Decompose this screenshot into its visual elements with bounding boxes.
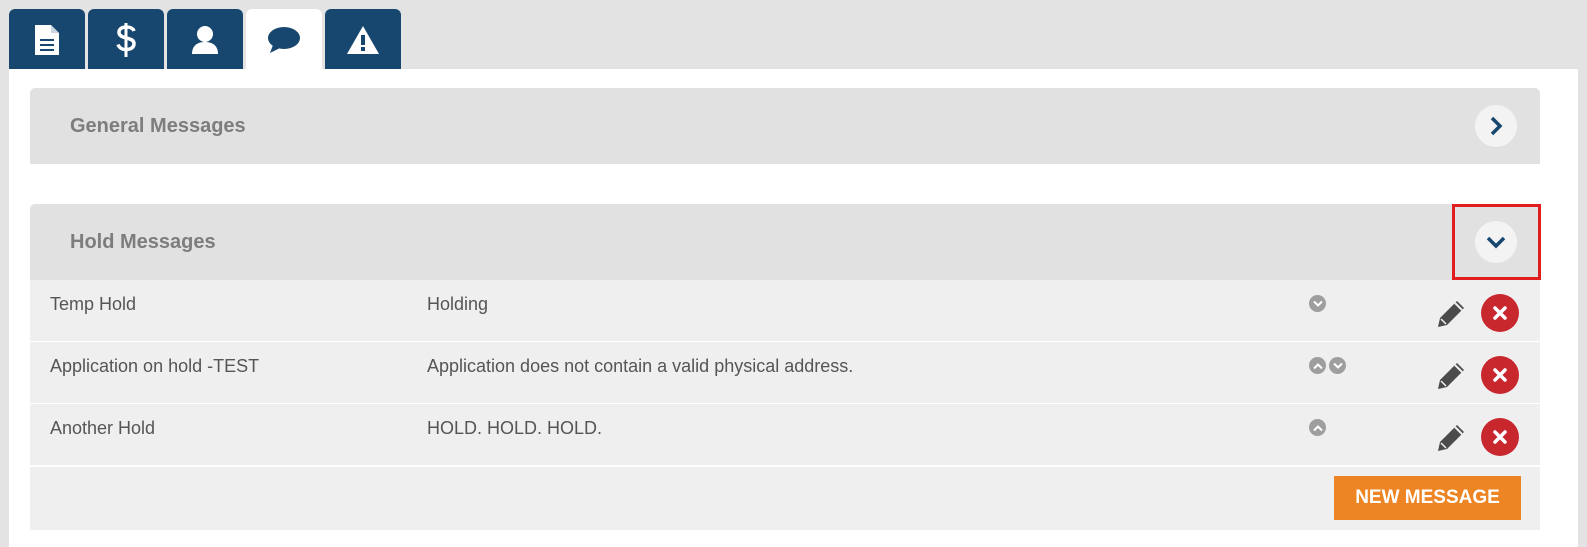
move-down-button[interactable]: [1329, 357, 1346, 374]
chevron-down-icon: [1332, 362, 1343, 369]
dollar-icon: [116, 22, 136, 57]
chat-bubble-icon: [268, 26, 300, 53]
messages-panel: General Messages Hold Messages Temp Hold…: [9, 69, 1578, 547]
pencil-icon: [1438, 425, 1464, 451]
chevron-up-icon: [1312, 362, 1323, 369]
close-icon: [1493, 430, 1507, 444]
order-controls: [1309, 357, 1346, 374]
warning-icon: [347, 25, 379, 54]
hold-messages-header[interactable]: Hold Messages: [30, 204, 1541, 280]
order-controls: [1309, 295, 1326, 312]
close-icon: [1493, 368, 1507, 382]
tab-document[interactable]: [9, 9, 85, 70]
hold-message-row: Another Hold HOLD. HOLD. HOLD.: [30, 404, 1540, 466]
message-name: Temp Hold: [50, 294, 137, 314]
move-down-button[interactable]: [1309, 295, 1326, 312]
tab-contact[interactable]: [167, 9, 243, 70]
user-icon: [192, 25, 218, 54]
tab-alerts[interactable]: [325, 9, 401, 70]
message-name: Application on hold -TEST: [50, 356, 260, 376]
edit-button[interactable]: [1432, 419, 1470, 457]
pencil-icon: [1438, 363, 1464, 389]
hold-message-row: Temp Hold Holding: [30, 280, 1540, 342]
edit-button[interactable]: [1432, 357, 1470, 395]
document-icon: [35, 24, 59, 55]
delete-button[interactable]: [1481, 294, 1519, 332]
general-messages-header[interactable]: General Messages: [30, 88, 1540, 164]
general-messages-title: General Messages: [70, 114, 246, 137]
message-text: Holding: [427, 294, 489, 314]
hold-messages-footer: NEW MESSAGE: [30, 467, 1540, 530]
new-message-button[interactable]: NEW MESSAGE: [1334, 476, 1521, 520]
tab-messages[interactable]: [246, 9, 322, 70]
message-text: Application does not contain a valid phy…: [427, 356, 854, 376]
move-up-button[interactable]: [1309, 419, 1326, 436]
hold-messages-title: Hold Messages: [70, 230, 216, 253]
message-text: HOLD. HOLD. HOLD.: [427, 418, 603, 438]
pencil-icon: [1438, 301, 1464, 327]
edit-button[interactable]: [1432, 295, 1470, 333]
chevron-right-icon: [1490, 116, 1503, 136]
delete-button[interactable]: [1481, 356, 1519, 394]
close-icon: [1493, 306, 1507, 320]
hold-message-row: Application on hold -TEST Application do…: [30, 342, 1540, 404]
message-name: Another Hold: [50, 418, 156, 438]
chevron-down-icon: [1312, 300, 1323, 307]
move-up-button[interactable]: [1309, 357, 1326, 374]
order-controls: [1309, 419, 1326, 436]
general-messages-expand-button[interactable]: [1475, 105, 1517, 147]
tab-billing[interactable]: [88, 9, 164, 70]
delete-button[interactable]: [1481, 418, 1519, 456]
focus-highlight: [1452, 204, 1541, 280]
chevron-up-icon: [1312, 424, 1323, 431]
